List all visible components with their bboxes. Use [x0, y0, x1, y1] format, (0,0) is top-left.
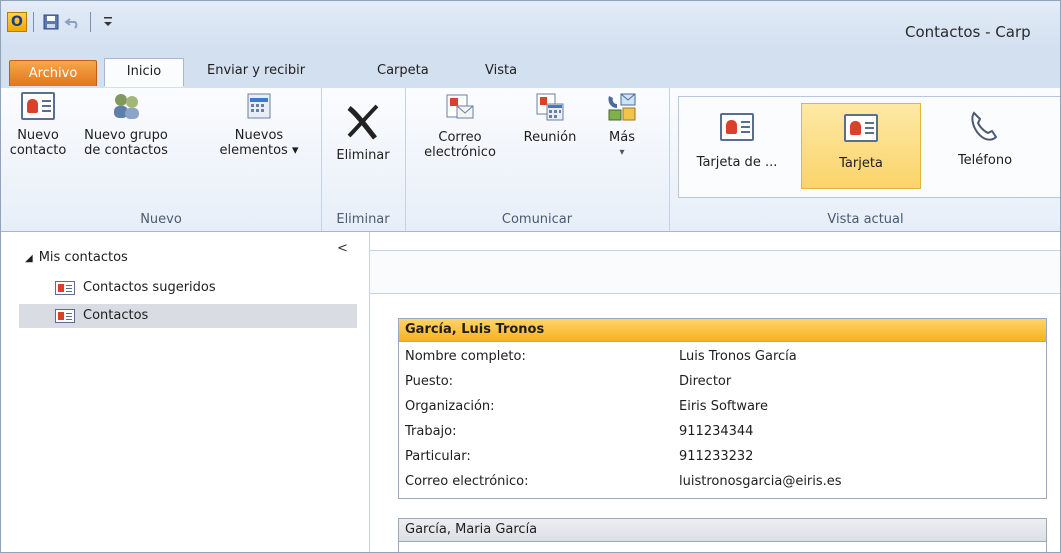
group-nuevo: Nuevo contacto Nuevo grupo de contactos … [1, 88, 322, 231]
mis-contactos-header[interactable]: ◢ Mis contactos [25, 250, 128, 265]
new-group-label-1: Nuevo grupo [84, 128, 168, 143]
contact-card-icon [21, 92, 55, 120]
outlook-window: O Contactos - Carp Archivo Inicio Enviar… [0, 0, 1061, 553]
phone-view-label: Teléfono [957, 153, 1013, 168]
quick-access-toolbar: O [7, 9, 119, 35]
folder-label: Contactos sugeridos [83, 280, 216, 295]
field-label: Correo electrónico: [405, 474, 529, 489]
more-communicate-icon [605, 92, 639, 122]
card-view-icon [844, 114, 878, 142]
new-contact-label-2: contacto [9, 143, 67, 158]
customize-qat-icon[interactable] [97, 11, 119, 33]
current-view-gallery: Tarjeta de ... Tarjeta Teléfono [678, 96, 1060, 198]
group-eliminar: Eliminar Eliminar [321, 88, 406, 231]
field-label: Puesto: [405, 374, 454, 389]
field-value: Director [679, 374, 732, 389]
folder-label: Contactos [83, 308, 149, 323]
qat-separator [33, 12, 34, 32]
collapse-pane-button[interactable]: < [337, 241, 348, 256]
email-button[interactable]: Correo electrónico [415, 92, 505, 160]
field-label: Particular: [405, 449, 471, 464]
view-header-bar [370, 250, 1060, 294]
tab-carpeta[interactable]: Carpeta [377, 58, 429, 86]
title-bar: O Contactos - Carp [1, 1, 1060, 48]
expand-triangle-icon[interactable]: ◢ [25, 253, 33, 264]
email-icon [443, 92, 477, 122]
view-phone[interactable]: Teléfono [935, 103, 1035, 189]
contact-field-row: Organización: Eiris Software [399, 394, 1046, 419]
field-value: 911233232 [679, 449, 754, 464]
field-label: Trabajo: [405, 424, 457, 439]
ribbon-tabs: Archivo Inicio Enviar y recibir Carpeta … [1, 48, 1060, 89]
card-view-label: Tarjeta [839, 156, 883, 171]
tab-inicio[interactable]: Inicio [104, 58, 184, 87]
email-label-1: Correo [438, 130, 482, 145]
qat-separator-2 [90, 12, 91, 32]
contact-folder-icon [55, 280, 75, 295]
field-label: Organización: [405, 399, 495, 414]
delete-label: Eliminar [336, 148, 390, 163]
contact-field-row: Particular: 911233232 [399, 444, 1046, 469]
contact-field-row: Correo electrónico: luistronosgarcia@eiri… [399, 469, 1046, 494]
group-vista-actual: Tarjeta de ... Tarjeta Teléfono Vista ac… [669, 88, 1060, 231]
contact-group-icon [106, 92, 146, 120]
contact-card-name[interactable]: García, Luis Tronos [399, 319, 1046, 342]
field-value: luistronosgarcia@eiris.es [679, 474, 842, 489]
more-label: Más [609, 130, 635, 145]
contact-card[interactable]: García, Maria García [398, 518, 1047, 552]
group-label-vista-actual: Vista actual [827, 212, 904, 227]
group-label-comunicar: Comunicar [501, 212, 573, 227]
outlook-app-icon[interactable]: O [7, 12, 27, 32]
meeting-button[interactable]: Reunión [515, 92, 585, 145]
new-items-icon [242, 92, 276, 120]
group-comunicar: Correo electrónico Reunión Más ▾ Comunic… [405, 88, 670, 231]
save-icon[interactable] [40, 11, 62, 33]
delete-x-icon [343, 102, 383, 142]
delete-button[interactable]: Eliminar [329, 102, 397, 163]
folder-item-contactos-sugeridos[interactable]: Contactos sugeridos [19, 276, 357, 300]
contact-card-selected[interactable]: García, Luis Tronos Nombre completo: Luis… [398, 318, 1047, 499]
business-card-view-label: Tarjeta de ... [696, 155, 778, 170]
group-label-eliminar: Eliminar [336, 212, 390, 227]
tab-enviar-y-recibir[interactable]: Enviar y recibir [207, 58, 305, 86]
folder-pane: ◢ Mis contactos Contactos sugeridos Conta… [1, 232, 370, 552]
window-title: Contactos - Carp [905, 23, 1031, 41]
field-value: Eiris Software [679, 399, 768, 414]
new-group-label-2: de contactos [84, 143, 168, 158]
contact-field-row: Trabajo: 911234344 [399, 419, 1046, 444]
contact-folder-icon [55, 308, 75, 323]
meeting-icon [533, 92, 567, 122]
business-card-view-icon [720, 113, 754, 141]
contact-field-row: Nombre completo: Luis Tronos García [399, 344, 1046, 369]
ribbon: Nuevo contacto Nuevo grupo de contactos … [1, 88, 1060, 232]
new-items-button[interactable]: Nuevos elementos ▾ [209, 92, 309, 158]
folder-item-contactos[interactable]: Contactos [19, 304, 357, 328]
undo-icon[interactable] [62, 11, 84, 33]
new-contact-label-1: Nuevo [17, 128, 59, 143]
field-value: Luis Tronos García [679, 349, 797, 364]
contact-card-name[interactable]: García, Maria García [399, 519, 1046, 542]
group-label-nuevo: Nuevo [140, 212, 182, 227]
field-label: Nombre completo: [405, 349, 526, 364]
new-items-label-2: elementos ▾ [219, 143, 299, 158]
new-contact-group-button[interactable]: Nuevo grupo de contactos [71, 92, 181, 158]
view-business-card[interactable]: Tarjeta de ... [687, 103, 787, 189]
more-communicate-button[interactable]: Más ▾ [597, 92, 647, 160]
email-label-2: electrónico [424, 145, 496, 160]
mis-contactos-label: Mis contactos [38, 250, 128, 265]
meeting-label: Reunión [523, 130, 577, 145]
phone-view-icon [968, 109, 1002, 143]
field-value: 911234344 [679, 424, 754, 439]
tab-archivo[interactable]: Archivo [9, 60, 97, 86]
new-items-label-1: Nuevos [234, 128, 284, 143]
new-contact-button[interactable]: Nuevo contacto [9, 92, 67, 158]
view-card[interactable]: Tarjeta [801, 103, 921, 189]
contacts-view: García, Luis Tronos Nombre completo: Luis… [370, 232, 1060, 552]
more-dropdown-arrow: ▾ [619, 147, 625, 158]
tab-vista[interactable]: Vista [485, 58, 517, 86]
contact-field-row: Puesto: Director [399, 369, 1046, 394]
